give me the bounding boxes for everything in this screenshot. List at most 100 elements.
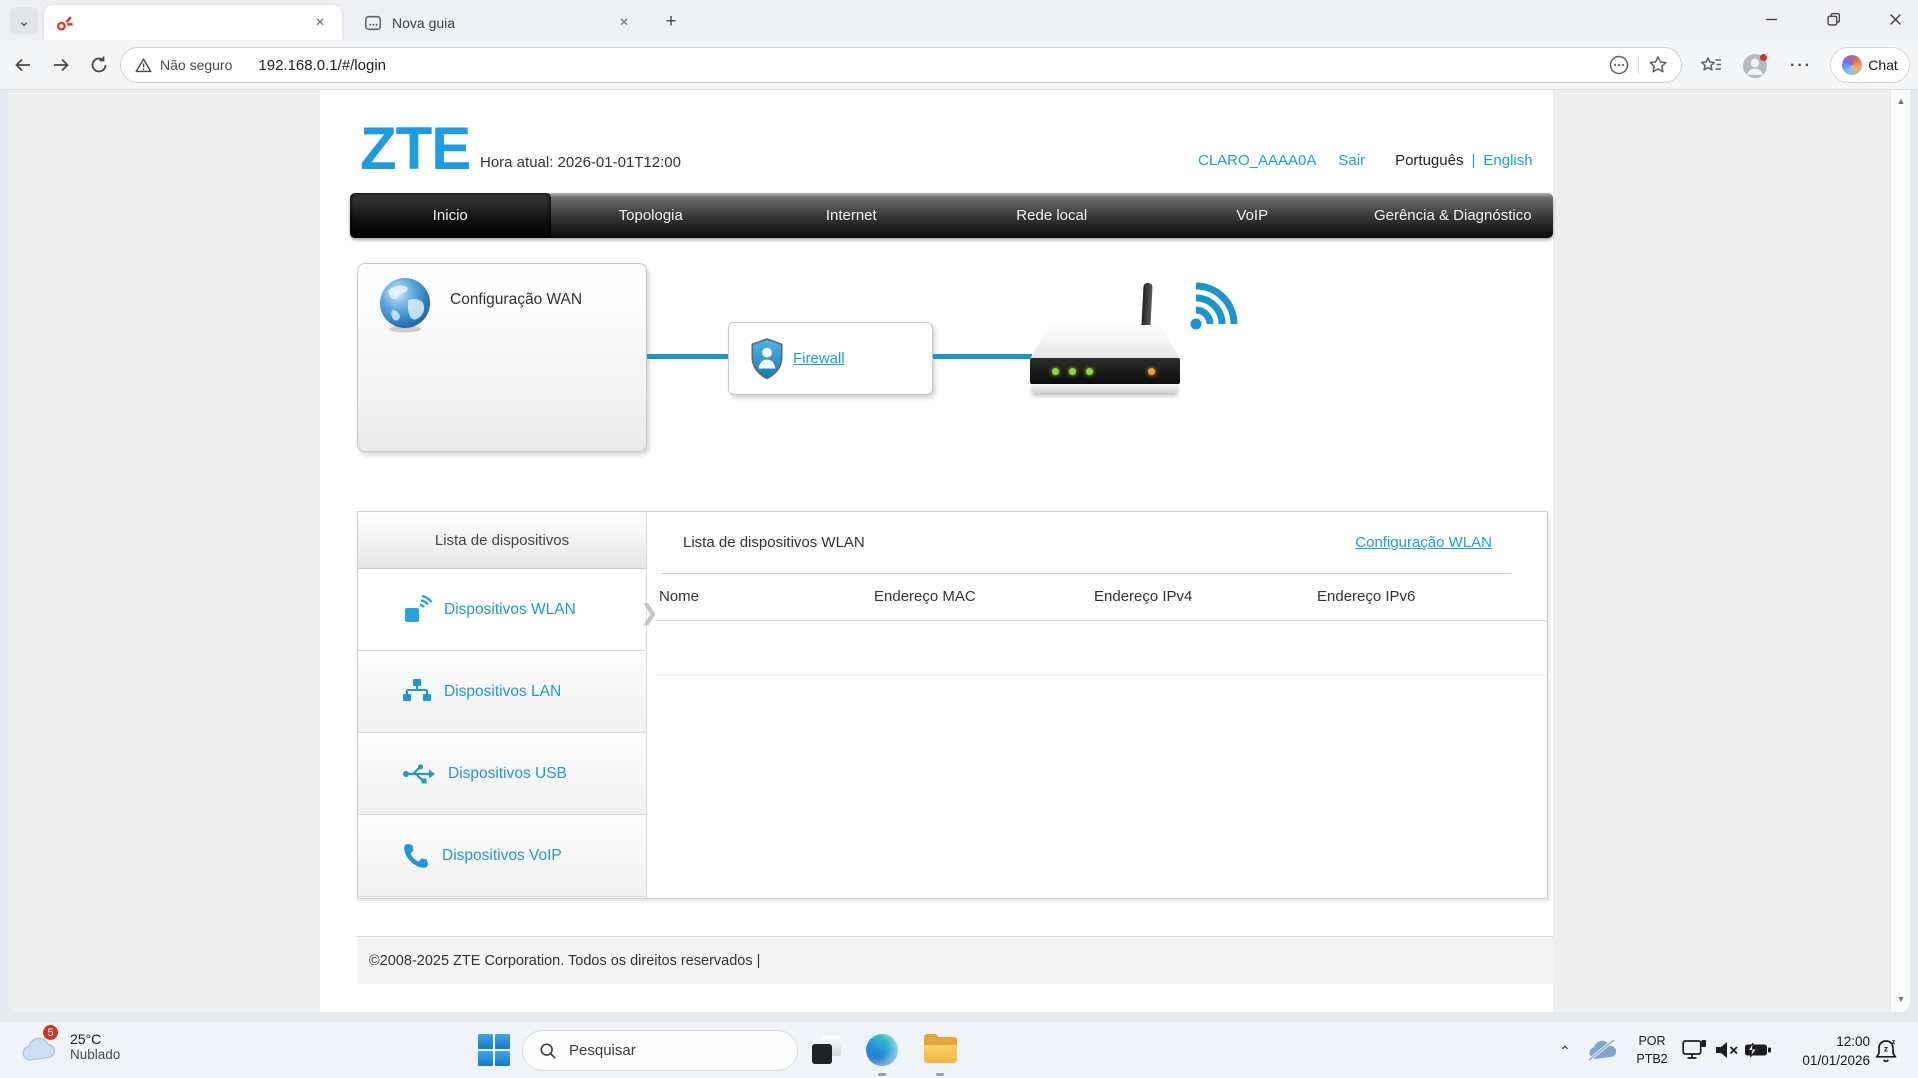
- tab-nova-guia[interactable]: Nova guia ×: [352, 5, 646, 40]
- forward-arrow-icon: [51, 55, 71, 75]
- globe-icon: [378, 276, 432, 334]
- scroll-down-icon[interactable]: ▼: [1891, 994, 1910, 1004]
- profile-button[interactable]: [1738, 50, 1772, 82]
- sidebar-item-wlan[interactable]: Dispositivos WLAN: [358, 569, 646, 651]
- ellipsis-icon: ···: [1790, 57, 1812, 75]
- back-button[interactable]: [6, 48, 40, 82]
- page-scrollbar[interactable]: ▲ ▼: [1890, 90, 1910, 1012]
- forward-button[interactable]: [44, 48, 78, 82]
- wan-config-card[interactable]: Configuração WAN: [357, 263, 647, 452]
- firewall-card[interactable]: Firewall: [728, 322, 933, 395]
- page-footer: ©2008-2025 ZTE Corporation. Todos os dir…: [357, 936, 1553, 984]
- window-minimize-button[interactable]: [1748, 0, 1794, 38]
- device-list-header: Lista de dispositivos: [358, 512, 646, 569]
- led-green-3: [1086, 368, 1093, 375]
- weather-alert-badge: 5: [42, 1024, 59, 1041]
- security-label[interactable]: Não seguro: [160, 57, 232, 73]
- windows-logo-icon: [495, 1051, 510, 1066]
- lang-english[interactable]: English: [1483, 152, 1532, 169]
- screen: ⌄ × Nova guia × +: [0, 0, 1918, 1078]
- usb-icon: [402, 763, 436, 785]
- sidebar-item-voip[interactable]: Dispositivos VoIP: [358, 815, 646, 897]
- wan-card-label: Configuração WAN: [450, 291, 582, 309]
- nav-item-inicio[interactable]: Inicio: [350, 193, 551, 238]
- network-tray-button[interactable]: [1682, 1039, 1707, 1062]
- main-navigation: Inicio Topologia Internet Rede local VoI…: [350, 193, 1553, 238]
- sidebar-item-label: Dispositivos USB: [448, 765, 567, 783]
- ellipsis-circle-icon: [1608, 54, 1630, 76]
- lang-portuguese[interactable]: Português: [1395, 152, 1463, 169]
- edge-browser-button[interactable]: [866, 1034, 898, 1066]
- copilot-chat-button[interactable]: Chat: [1830, 47, 1910, 83]
- window-restore-button[interactable]: [1810, 0, 1856, 38]
- lan-icon: [402, 678, 432, 706]
- windows-logo-icon: [478, 1051, 493, 1066]
- collections-star-icon: [1700, 56, 1722, 76]
- windows-logo-icon: [495, 1034, 510, 1049]
- task-view-button[interactable]: [812, 1036, 842, 1066]
- wlan-panel-title: Lista de dispositivos WLAN: [683, 534, 865, 551]
- taskbar: 5 25°C Nublado Pesquisar: [0, 1021, 1918, 1078]
- nav-item-topologia[interactable]: Topologia: [551, 193, 752, 238]
- language-line2: PTB2: [1630, 1050, 1674, 1068]
- table-row-divider: [656, 620, 1547, 621]
- nav-item-voip[interactable]: VoIP: [1152, 193, 1353, 238]
- led-amber: [1148, 368, 1155, 375]
- current-time-label: Hora atual: 2026-01-01T12:00: [480, 154, 681, 171]
- refresh-button[interactable]: [82, 48, 116, 82]
- pill-separator: [1638, 56, 1639, 74]
- notifications-tray-button[interactable]: z z: [1874, 1038, 1898, 1063]
- back-arrow-icon: [13, 55, 33, 75]
- start-button[interactable]: [478, 1034, 510, 1066]
- window-close-button[interactable]: [1872, 0, 1918, 38]
- tab-title: Nova guia: [392, 15, 614, 31]
- led-green-2: [1069, 368, 1076, 375]
- column-header-ipv4: Endereço IPv4: [1094, 588, 1192, 605]
- language-indicator[interactable]: POR PTB2: [1630, 1032, 1674, 1068]
- firewall-link[interactable]: Firewall: [793, 350, 845, 367]
- tab-search-chevron-icon[interactable]: ⌄: [10, 7, 38, 34]
- router-base: [1032, 384, 1178, 393]
- clock-date: 01/01/2026: [1774, 1051, 1870, 1070]
- page-actions-button[interactable]: [1604, 50, 1634, 80]
- tray-show-hidden-button[interactable]: ⌃: [1552, 1038, 1578, 1064]
- onedrive-tray-button[interactable]: [1586, 1039, 1618, 1062]
- wlan-config-link[interactable]: Configuração WLAN: [1355, 534, 1492, 551]
- settings-menu-button[interactable]: ···: [1784, 50, 1818, 82]
- sidebar-item-lan[interactable]: Dispositivos LAN: [358, 651, 646, 733]
- taskbar-clock[interactable]: 12:00 01/01/2026: [1774, 1032, 1870, 1070]
- new-tab-page-icon: [364, 14, 382, 32]
- folder-icon: [924, 1045, 957, 1063]
- search-icon: [539, 1042, 557, 1060]
- nav-item-internet[interactable]: Internet: [751, 193, 952, 238]
- claro-favicon-icon: [56, 14, 74, 32]
- new-tab-button[interactable]: +: [658, 9, 684, 35]
- copilot-icon: [1842, 55, 1862, 75]
- search-placeholder: Pesquisar: [569, 1042, 636, 1059]
- battery-tray-button[interactable]: [1744, 1042, 1772, 1058]
- favorite-star-button[interactable]: [1643, 50, 1673, 80]
- logout-link[interactable]: Sair: [1338, 152, 1365, 169]
- weather-widget[interactable]: 5 25°C Nublado: [20, 1030, 120, 1062]
- windows-logo-icon: [478, 1034, 493, 1049]
- file-explorer-button[interactable]: [924, 1037, 957, 1064]
- url-text[interactable]: 192.168.0.1/#/login: [258, 57, 1604, 74]
- tab-close-icon[interactable]: ×: [614, 14, 634, 32]
- taskbar-search[interactable]: Pesquisar: [522, 1030, 798, 1071]
- sidebar-item-usb[interactable]: Dispositivos USB: [358, 733, 646, 815]
- address-bar[interactable]: Não seguro 192.168.0.1/#/login: [120, 47, 1682, 83]
- nav-item-rede-local[interactable]: Rede local: [952, 193, 1153, 238]
- nav-item-gerencia[interactable]: Gerência & Diagnóstico: [1353, 193, 1554, 238]
- tab-close-icon[interactable]: ×: [310, 14, 330, 32]
- connector-wan-firewall: [647, 354, 730, 359]
- avatar: [1742, 53, 1768, 79]
- onedrive-paused-icon: [1586, 1039, 1618, 1062]
- tab-router-page[interactable]: ×: [44, 5, 342, 40]
- favorites-hub-button[interactable]: [1694, 50, 1728, 82]
- volume-tray-button[interactable]: [1714, 1040, 1739, 1060]
- scroll-up-icon[interactable]: ▲: [1891, 96, 1910, 106]
- ssid-link[interactable]: CLARO_AAAA0A: [1198, 152, 1316, 169]
- dnd-z-glyph: z: [1892, 1039, 1896, 1046]
- header-links: CLARO_AAAA0A Sair Português | English: [1198, 152, 1533, 169]
- table-row-divider: [656, 675, 1547, 676]
